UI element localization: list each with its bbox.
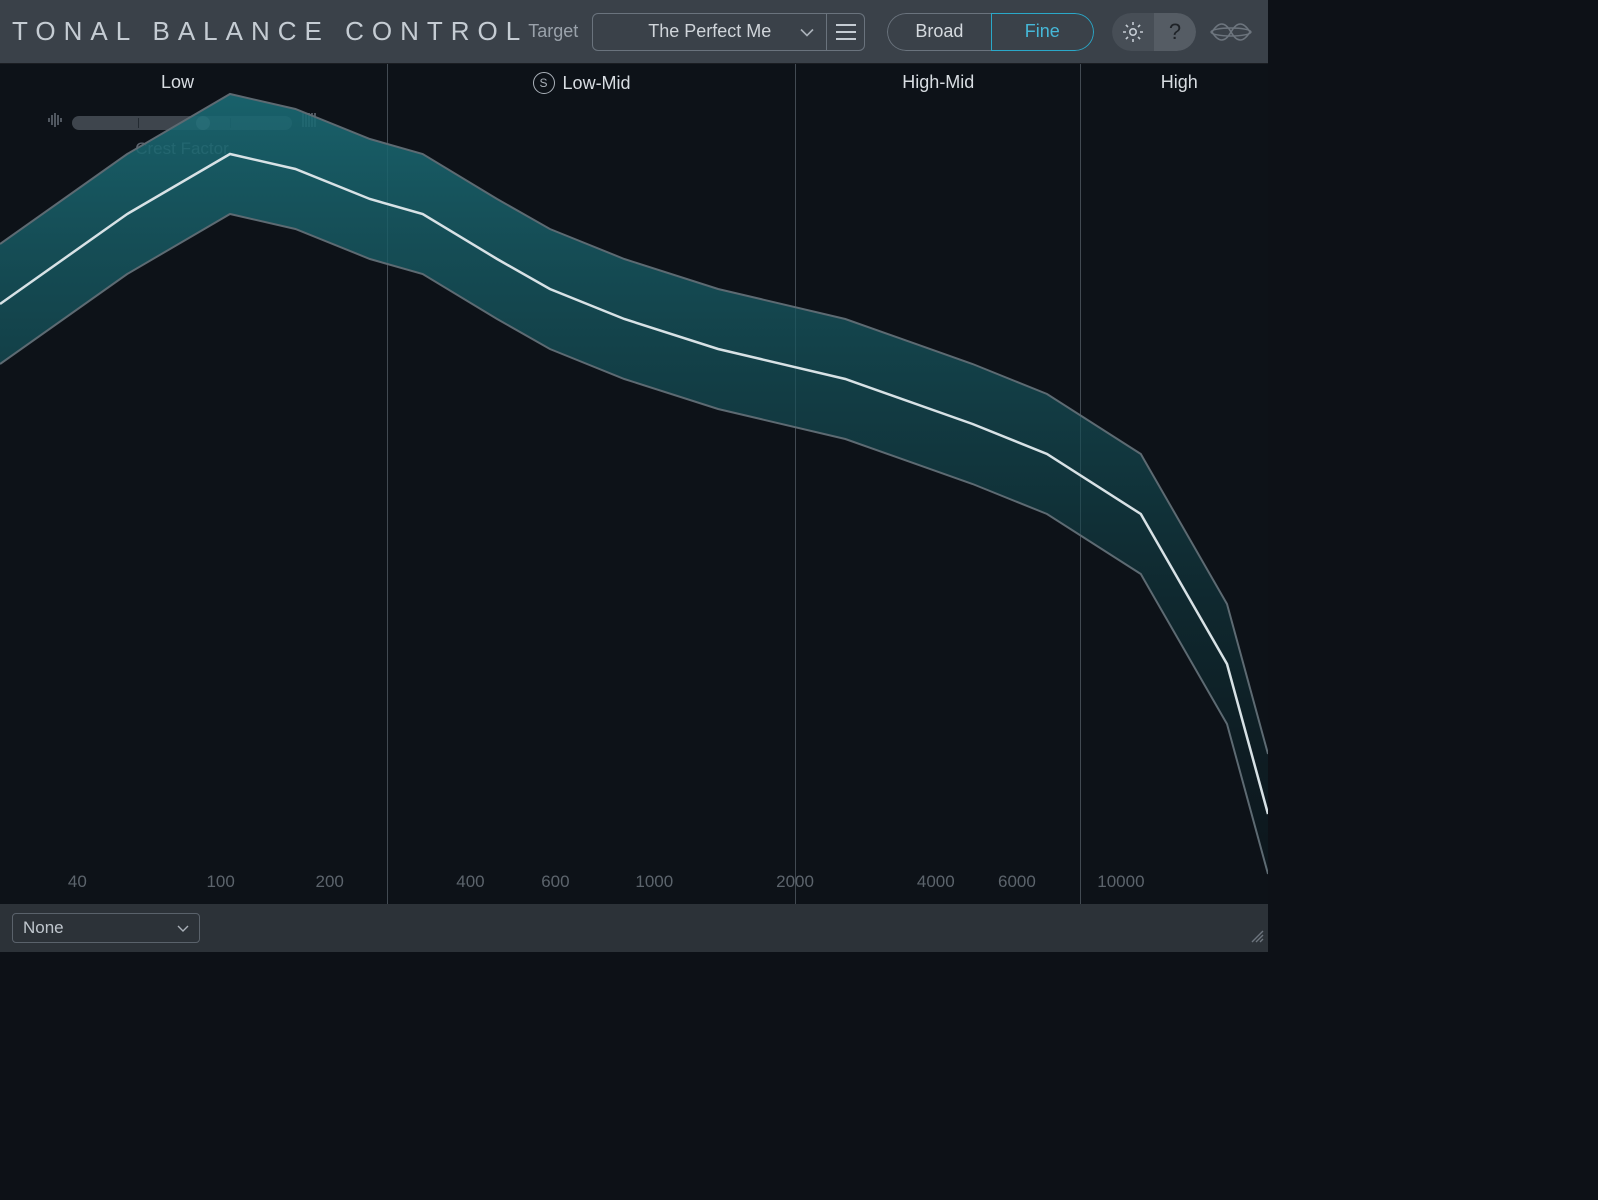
app-title: TONAL BALANCE CONTROL bbox=[12, 16, 528, 47]
target-preset-select[interactable]: The Perfect Me bbox=[592, 13, 827, 51]
frequency-axis: 40 100 200 400 600 1000 2000 4000 6000 10000 bbox=[0, 872, 1268, 896]
axis-tick: 4000 bbox=[917, 872, 955, 892]
fine-view-button[interactable]: Fine bbox=[991, 13, 1094, 51]
target-curve bbox=[0, 64, 1268, 904]
axis-tick: 2000 bbox=[776, 872, 814, 892]
axis-tick: 100 bbox=[206, 872, 234, 892]
target-label: Target bbox=[528, 21, 578, 42]
chevron-down-icon bbox=[800, 21, 814, 42]
plugin-link-value: None bbox=[23, 918, 64, 938]
izotope-logo-icon bbox=[1206, 12, 1256, 52]
axis-tick: 600 bbox=[541, 872, 569, 892]
chevron-down-icon bbox=[177, 918, 189, 938]
header-bar: TONAL BALANCE CONTROL Target The Perfect… bbox=[0, 0, 1268, 64]
resize-grip-icon[interactable] bbox=[1248, 927, 1264, 948]
gear-icon bbox=[1121, 20, 1145, 44]
axis-tick: 1000 bbox=[635, 872, 673, 892]
plugin-link-select[interactable]: None bbox=[12, 913, 200, 943]
help-button[interactable]: ? bbox=[1154, 13, 1196, 51]
spectrum-graph[interactable]: Low S Low-Mid High-Mid High Crest Factor bbox=[0, 64, 1268, 904]
footer-bar: None bbox=[0, 904, 1268, 952]
settings-button[interactable] bbox=[1112, 13, 1154, 51]
help-icon: ? bbox=[1169, 19, 1181, 45]
axis-tick: 40 bbox=[68, 872, 87, 892]
axis-tick: 200 bbox=[315, 872, 343, 892]
target-preset-value: The Perfect Me bbox=[648, 21, 771, 42]
view-mode-toggle: Broad Fine bbox=[887, 13, 1094, 51]
broad-view-button[interactable]: Broad bbox=[887, 13, 990, 51]
axis-tick: 10000 bbox=[1097, 872, 1144, 892]
preset-menu-button[interactable] bbox=[827, 13, 865, 51]
axis-tick: 400 bbox=[456, 872, 484, 892]
axis-tick: 6000 bbox=[998, 872, 1036, 892]
